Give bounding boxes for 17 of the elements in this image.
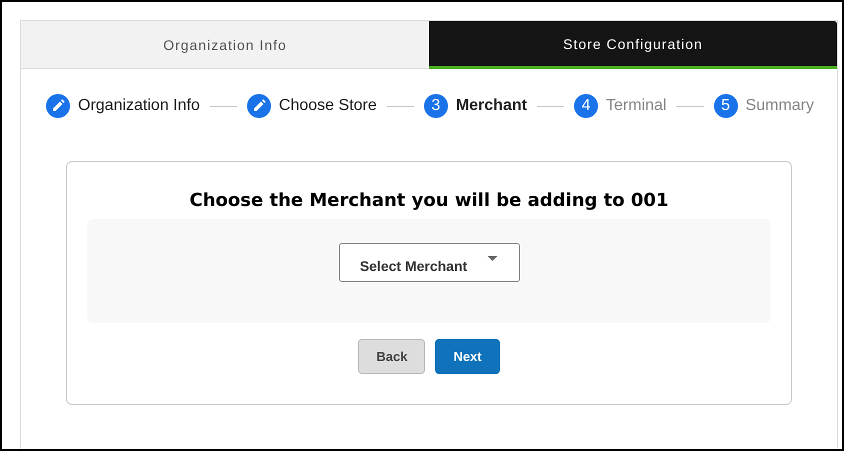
step-number: 5 (714, 94, 738, 118)
back-button[interactable]: Back (358, 339, 426, 374)
step-label: Organization Info (78, 97, 200, 115)
pencil-icon (46, 94, 70, 118)
step-label: Choose Store (278, 97, 377, 115)
step-label: Merchant (456, 97, 527, 115)
step-number: 3 (424, 94, 448, 118)
pencil-icon (246, 94, 271, 118)
step-label: Summary (746, 97, 814, 115)
card-title: Choose the Merchant you will be adding to 001 (190, 190, 668, 211)
tab[interactable]: Organization Info (21, 21, 429, 69)
next-button[interactable]: Next (435, 339, 500, 374)
step-label: Terminal (606, 97, 666, 115)
tab[interactable]: Store Configuration (429, 21, 837, 69)
step-number: 4 (574, 94, 598, 118)
caret-icon (487, 256, 498, 261)
merchant-select[interactable]: Select Merchant (338, 243, 520, 282)
